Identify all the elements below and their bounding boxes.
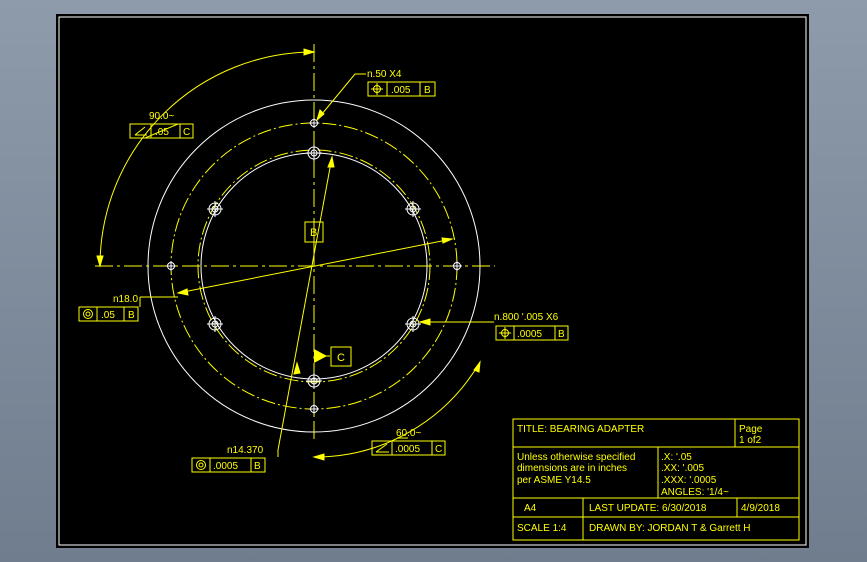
- concentricity-icon: [196, 460, 206, 470]
- angle-90-fcf-value: .05: [155, 127, 169, 138]
- angle-90-arc: [99, 51, 315, 267]
- small-hole-fcf-value: .005: [391, 85, 411, 96]
- datum-c-triangle: [314, 349, 327, 363]
- last-update: LAST UPDATE: 6/30/2018: [589, 503, 707, 514]
- angle-60-fcf-datum: C: [435, 444, 442, 455]
- large-hole-fcf-datum: B: [558, 329, 565, 340]
- small-hole-left: [166, 261, 176, 271]
- tolerance-angles: ANGLES: '1/4~: [661, 487, 729, 498]
- small-hole-leader: [316, 73, 366, 121]
- datum-b-label: B: [310, 227, 317, 239]
- drawing-sheet: n.50 X4 .005 B 90.0~ .05 C n18.0 .05 B n…: [56, 14, 809, 548]
- outer-dia-fcf-datum: B: [254, 461, 261, 472]
- drawing-date: 4/9/2018: [741, 503, 780, 514]
- inner-dia-fcf-value: .05: [101, 310, 115, 321]
- large-hole-fcf-value: .0005: [517, 329, 542, 340]
- small-hole-right: [452, 261, 462, 271]
- note-line-2: dimensions are in inches: [517, 463, 627, 474]
- note-line-3: per ASME Y14.5: [517, 475, 591, 486]
- angle-90-fcf-datum: C: [183, 127, 190, 138]
- concentricity-icon: [83, 309, 93, 319]
- sheet-size: A4: [524, 503, 537, 514]
- angle-60-fcf-value: .0005: [395, 444, 420, 455]
- small-hole-bottom: [309, 404, 319, 414]
- note-line-1: Unless otherwise specified: [517, 452, 635, 463]
- angle-60-label: 60.0~: [396, 428, 421, 439]
- title-text: TITLE: BEARING ADAPTER: [517, 424, 644, 435]
- tolerance-xx: .XX: '.005: [661, 463, 704, 474]
- title-block: TITLE: BEARING ADAPTER Page 1 of2 Unless…: [512, 418, 800, 541]
- angle-90-label: 90.0~: [149, 111, 174, 122]
- inner-dia-fcf-datum: B: [128, 310, 135, 321]
- large-hole-upper-left: [207, 201, 223, 217]
- datum-c-label: C: [337, 352, 345, 364]
- small-hole-label: n.50 X4: [367, 69, 402, 80]
- large-hole-label: n.800 '.005 X6: [494, 312, 559, 323]
- cad-drawing: n.50 X4 .005 B 90.0~ .05 C n18.0 .05 B n…: [58, 16, 807, 546]
- drawn-by: DRAWN BY: JORDAN T & Garrett H: [589, 523, 751, 534]
- outer-dia-fcf-value: .0005: [213, 461, 238, 472]
- scale: SCALE 1:4: [517, 523, 567, 534]
- outer-dia-dim-line: [277, 156, 333, 451]
- large-hole-top: [306, 145, 322, 161]
- inner-dia-label: n18.0: [113, 294, 138, 305]
- tolerance-xxx: .XXX: '.0005: [661, 475, 717, 486]
- outer-dia-label: n14.370: [227, 445, 264, 456]
- tolerance-x: .X: '.05: [661, 452, 692, 463]
- large-hole-upper-right: [405, 201, 421, 217]
- small-hole-fcf-datum: B: [424, 85, 431, 96]
- page-value: 1 of2: [739, 435, 762, 446]
- page-label: Page: [739, 424, 763, 435]
- large-hole-bottom: [306, 373, 322, 389]
